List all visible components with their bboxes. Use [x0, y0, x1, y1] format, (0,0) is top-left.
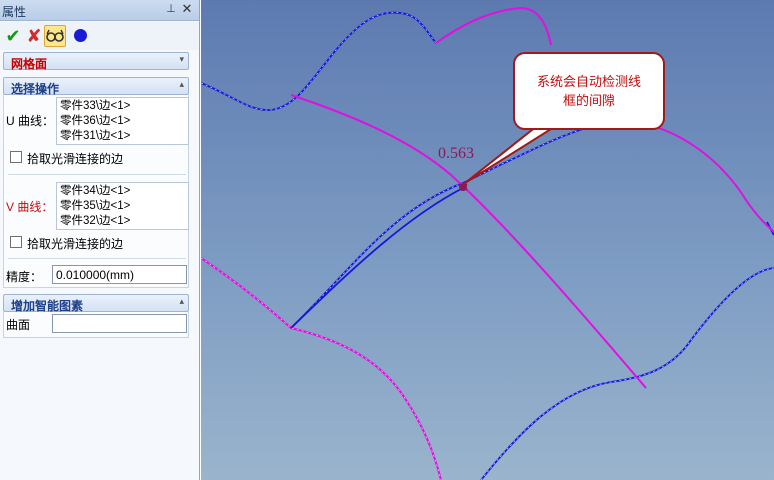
u-curves — [201, 11, 774, 480]
surface-label: 曲面 — [6, 318, 31, 332]
v-curve-left[interactable] — [201, 257, 442, 480]
panel-toolbar: ✔ ✘ — [0, 22, 199, 50]
gap-marker[interactable] — [459, 183, 468, 191]
callout-line-2: 框的间隙 — [562, 93, 615, 108]
cancel-x-icon[interactable]: ✘ — [24, 26, 44, 46]
v-curve-label: V 曲线： — [6, 200, 54, 214]
help-dot-icon[interactable] — [70, 26, 90, 46]
v-smooth-label: 拾取光滑连接的边 — [27, 237, 124, 251]
chevron-up-icon[interactable]: ▴ — [179, 79, 184, 90]
list-item[interactable]: 零件33\边<1> — [60, 99, 185, 114]
properties-panel: 属性 ⊥ ✕ ✔ ✘ 网格面 ▾ 选择操作 ▴ U 曲线： 零件33\边<1> — [0, 0, 200, 480]
list-item[interactable]: 零件32\边<1> — [60, 214, 185, 229]
panel-title: 属性 — [2, 5, 27, 19]
list-item[interactable]: 零件31\边<1> — [60, 129, 185, 144]
v-smooth-checkbox[interactable] — [10, 236, 22, 248]
surface-input[interactable] — [52, 314, 187, 333]
divider — [8, 258, 186, 259]
confirm-check-icon[interactable]: ✔ — [3, 26, 23, 46]
u-curve-center[interactable] — [290, 187, 464, 329]
select-operation-header[interactable]: 选择操作 ▴ — [3, 77, 189, 96]
pin-icon[interactable]: ⊥ — [164, 2, 178, 18]
divider — [8, 174, 186, 175]
surface-type-header[interactable]: 网格面 ▾ — [3, 52, 189, 71]
u-curve-top[interactable] — [201, 11, 437, 111]
list-item[interactable]: 零件36\边<1> — [60, 114, 185, 129]
gap-callout: 系统会自动检测线 框的间隙 — [513, 52, 665, 130]
select-operation-body: U 曲线： 零件33\边<1> 零件36\边<1> 零件31\边<1> 拾取光滑… — [3, 95, 189, 288]
callout-pointer — [464, 123, 560, 184]
v-curve-top[interactable] — [435, 6, 552, 46]
v-curve-upper[interactable] — [290, 94, 647, 389]
smart-element-header[interactable]: 增加智能图素 ▴ — [3, 294, 189, 313]
u-smooth-label: 拾取光滑连接的边 — [27, 152, 124, 166]
v-curves — [201, 6, 774, 480]
list-item[interactable]: 零件34\边<1> — [60, 184, 185, 199]
surface-type-label: 网格面 — [11, 57, 48, 71]
smart-element-body: 曲面 — [3, 312, 189, 338]
precision-input[interactable]: 0.010000(mm) — [52, 265, 187, 284]
list-item[interactable]: 零件35\边<1> — [60, 199, 185, 214]
precision-label: 精度： — [6, 270, 43, 284]
chevron-up-icon[interactable]: ▴ — [179, 296, 184, 307]
u-curve-list[interactable]: 零件33\边<1> 零件36\边<1> 零件31\边<1> — [56, 97, 189, 145]
glasses-icon — [46, 29, 64, 42]
v-curve-list[interactable]: 零件34\边<1> 零件35\边<1> 零件32\边<1> — [56, 182, 189, 230]
v-curve-right[interactable] — [635, 121, 774, 233]
preview-glasses-icon[interactable] — [44, 25, 66, 47]
gap-value-label: 0.563 — [438, 145, 474, 162]
panel-titlebar: 属性 ⊥ ✕ — [0, 0, 199, 21]
chevron-down-icon[interactable]: ▾ — [179, 54, 184, 65]
u-smooth-checkbox[interactable] — [10, 151, 22, 163]
3d-viewport[interactable]: 系统会自动检测线 框的间隙 0.563 — [201, 0, 774, 480]
u-curve-lower[interactable] — [480, 267, 774, 480]
close-icon[interactable]: ✕ — [180, 1, 194, 17]
wireframe-canvas[interactable] — [201, 0, 774, 480]
callout-line-1: 系统会自动检测线 — [536, 74, 641, 89]
u-curve-label: U 曲线： — [6, 114, 55, 128]
